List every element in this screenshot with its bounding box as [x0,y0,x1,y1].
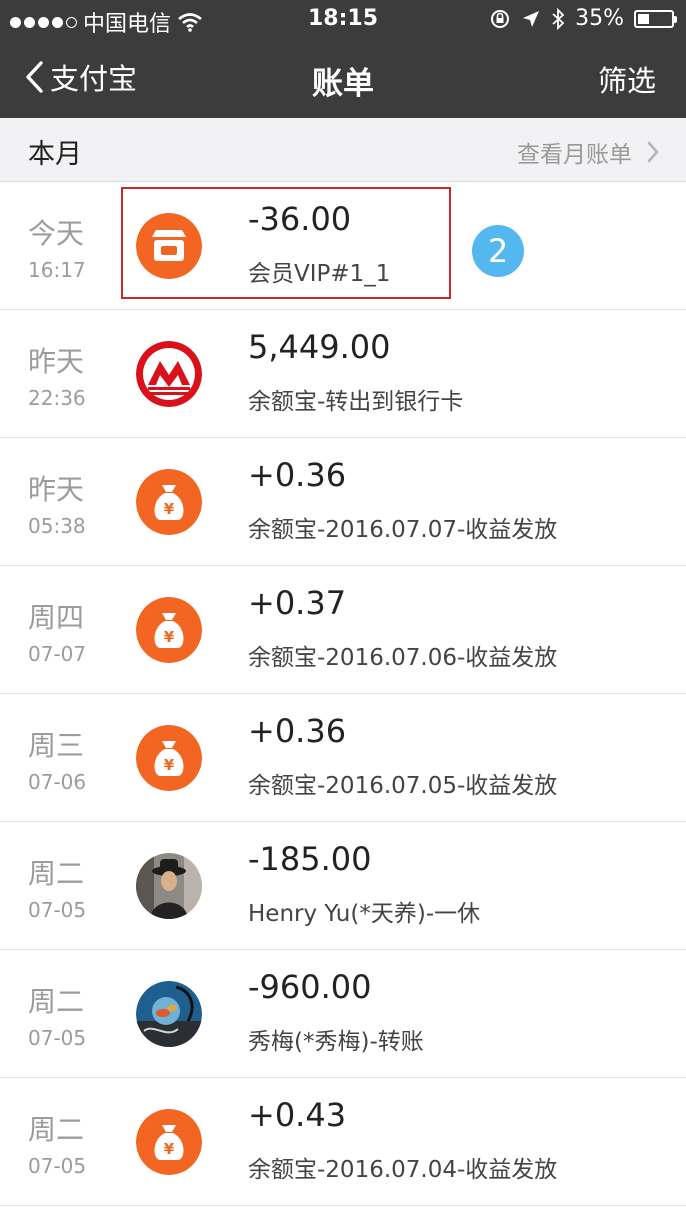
month-label: 本月 [28,139,82,170]
transaction-amount: +0.37 [248,584,347,622]
chevron-right-icon [647,141,659,163]
transaction-day: 昨天 [28,473,85,506]
filter-button[interactable]: 筛选 [598,58,656,100]
transaction-time: 07-05 [28,898,87,922]
transaction-time: 07-05 [28,1026,87,1050]
battery-icon [634,9,677,28]
monthly-bill-label: 查看月账单 [517,142,632,168]
svg-text:¥: ¥ [164,628,175,646]
navigation-bar: 支付宝 账单 筛选 [0,44,686,110]
money-bag-icon: ¥ [136,597,202,663]
transaction-row[interactable]: 今天 16:17 -36.00 会员VIP#1_1 [0,182,686,310]
transaction-description: 余额宝-2016.07.04-收益发放 [248,1157,558,1183]
status-bar: 中国电信 18:15 35% [0,0,686,38]
svg-text:¥: ¥ [164,756,175,774]
top-bar: 中国电信 18:15 35% 支付宝 账单 筛选 [0,0,686,118]
back-button[interactable]: 支付宝 [24,56,137,98]
avatar [136,853,202,919]
transaction-row[interactable]: 周二 07-05 -185.00 Henry Yu(*天养)-一休 [0,822,686,950]
monthly-bill-link[interactable]: 查看月账单 [517,135,660,169]
transaction-amount: +0.36 [248,712,347,750]
transaction-row[interactable]: 周四 07-07 ¥ +0.37 余额宝-2016.07.06-收益发放 [0,566,686,694]
transaction-row[interactable]: 昨天 22:36 5,449.00 余额宝-转出到银行卡 [0,310,686,438]
transaction-amount: 5,449.00 [248,328,391,366]
location-arrow-icon [523,10,540,27]
back-label: 支付宝 [50,62,138,96]
transaction-time: 16:17 [28,258,86,282]
chevron-left-icon [26,61,43,93]
transaction-amount: -185.00 [248,840,372,878]
transaction-amount: -960.00 [248,968,372,1006]
transaction-description: 秀梅(*秀梅)-转账 [248,1029,424,1055]
transaction-day: 周二 [28,1113,85,1146]
step-badge: 2 [472,225,524,277]
transaction-amount: +0.36 [248,456,347,494]
rotation-lock-icon [491,9,510,28]
transaction-row[interactable]: 昨天 05:38 ¥ +0.36 余额宝-2016.07.07-收益发放 [0,438,686,566]
transaction-day: 周四 [28,601,85,634]
transaction-list: 今天 16:17 -36.00 会员VIP#1_1 昨天 22:36 5,449 [0,182,686,1206]
battery-percent: 35% [575,6,624,31]
transaction-amount: +0.43 [248,1096,347,1134]
transaction-description: Henry Yu(*天养)-一休 [248,901,481,927]
transaction-amount: -36.00 [248,200,352,238]
svg-text:¥: ¥ [164,1140,175,1158]
transaction-day: 今天 [28,217,85,250]
transaction-time: 22:36 [28,386,86,410]
month-header: 本月 查看月账单 [0,118,686,182]
avatar [136,981,202,1047]
svg-text:¥: ¥ [164,500,175,518]
transaction-description: 余额宝-转出到银行卡 [248,389,464,415]
transaction-day: 昨天 [28,345,85,378]
transaction-day: 周二 [28,985,85,1018]
transaction-day: 周三 [28,729,85,762]
transaction-row[interactable]: 周二 07-05 ¥ +0.43 余额宝-2016.07.04-收益发放 [0,1078,686,1206]
transaction-description: 余额宝-2016.07.06-收益发放 [248,645,558,671]
transaction-description: 余额宝-2016.07.07-收益发放 [248,517,558,543]
transaction-description: 会员VIP#1_1 [248,261,391,287]
money-bag-icon: ¥ [136,469,202,535]
transaction-time: 07-05 [28,1154,87,1178]
money-bag-icon: ¥ [136,1109,202,1175]
bluetooth-icon [552,7,565,30]
transaction-time: 07-07 [28,642,87,666]
money-bag-icon: ¥ [136,725,202,791]
transaction-row[interactable]: 周三 07-06 ¥ +0.36 余额宝-2016.07.05-收益发放 [0,694,686,822]
shop-icon [136,213,202,279]
bank-logo-icon [136,341,202,407]
transaction-day: 周二 [28,857,85,890]
transaction-time: 07-06 [28,770,87,794]
transaction-description: 余额宝-2016.07.05-收益发放 [248,773,558,799]
transaction-row[interactable]: 周二 07-05 -960.00 秀梅(*秀梅)-转账 [0,950,686,1078]
transaction-time: 05:38 [28,514,86,538]
